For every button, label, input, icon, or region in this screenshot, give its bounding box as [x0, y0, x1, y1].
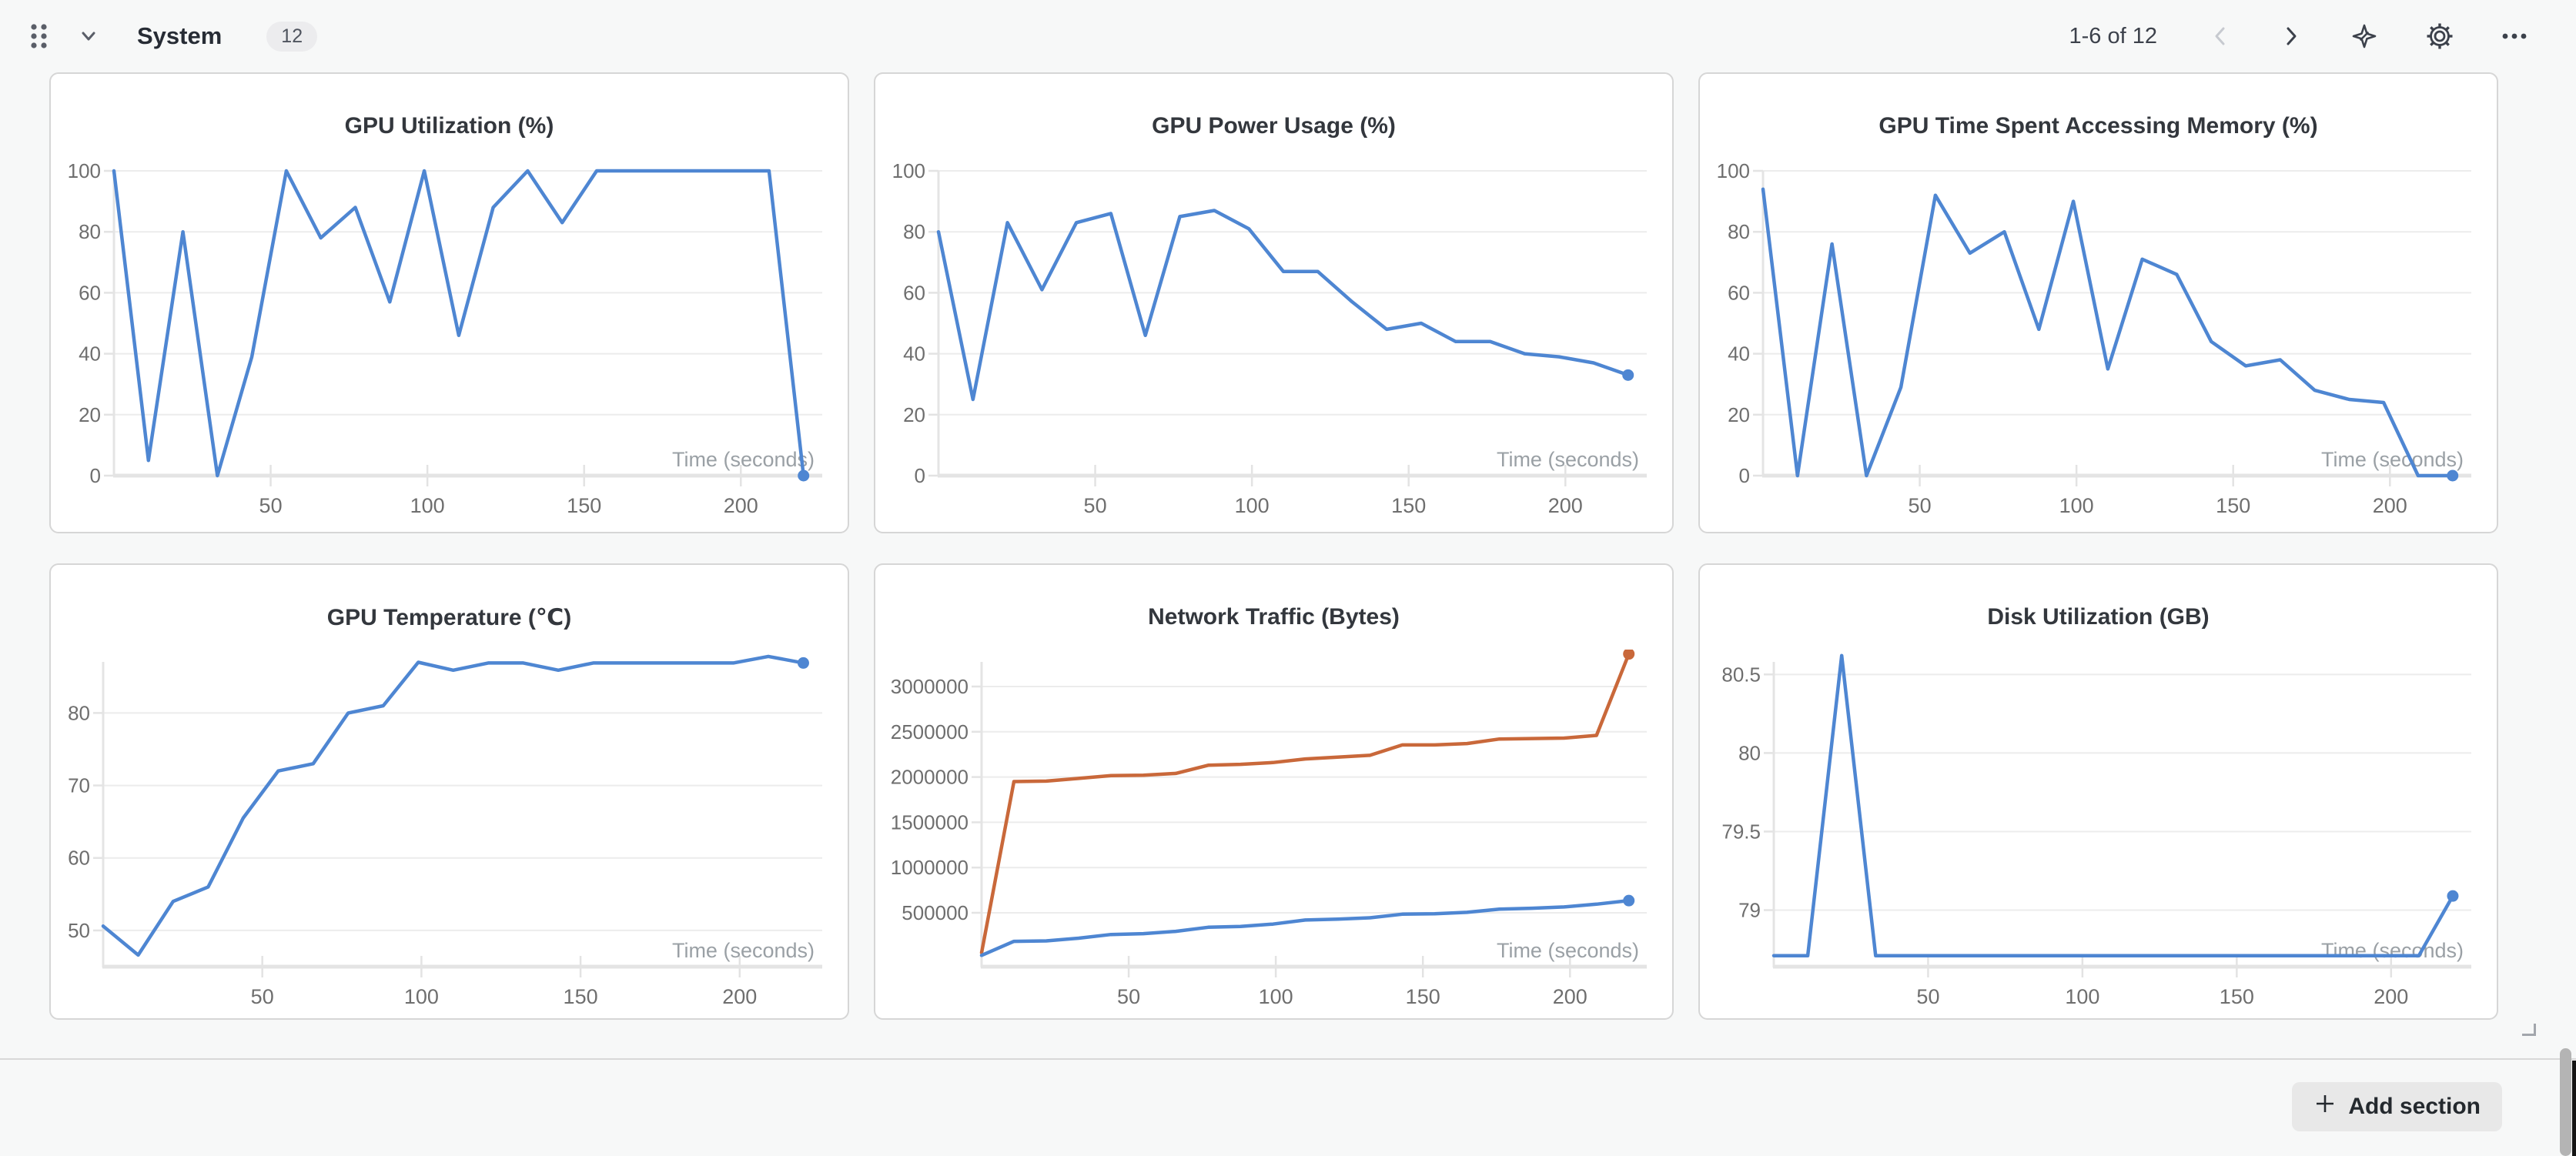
svg-text:40: 40: [1728, 342, 1750, 366]
svg-text:100: 100: [68, 159, 101, 182]
svg-text:150: 150: [564, 985, 598, 1008]
x-axis-label: Time (seconds): [672, 939, 815, 962]
svg-text:60: 60: [79, 281, 101, 304]
section-title: System: [137, 22, 222, 50]
chart-panel[interactable]: GPU Utilization (%) 0 20 40 60 80 100 50 100 150…: [49, 72, 849, 533]
panel-count-badge: 12: [266, 22, 317, 52]
svg-text:200: 200: [1548, 494, 1583, 517]
svg-text:0: 0: [915, 464, 925, 487]
svg-text:50: 50: [251, 985, 274, 1008]
svg-text:80.5: 80.5: [1721, 663, 1761, 686]
chart-plot[interactable]: 79 79.5 80 80.5 50 100 150 200 Time (seconds): [1700, 650, 2498, 1020]
add-section-label: Add section: [2348, 1094, 2481, 1120]
svg-text:40: 40: [79, 342, 101, 366]
chart-title: Network Traffic (Bytes): [875, 565, 1672, 650]
svg-text:40: 40: [903, 342, 925, 366]
x-axis-label: Time (seconds): [672, 448, 815, 471]
gear-icon[interactable]: [2422, 18, 2457, 54]
next-page-button[interactable]: [2276, 21, 2307, 52]
vertical-scrollbar[interactable]: [2560, 1048, 2571, 1156]
svg-text:50: 50: [1909, 494, 1932, 517]
svg-text:150: 150: [2216, 494, 2250, 517]
chart-title: GPU Time Spent Accessing Memory (%): [1700, 74, 2497, 159]
chart-panel[interactable]: GPU Temperature (℃) 50 60 70 80 50 100 150 200 T…: [49, 563, 849, 1020]
chart-title: GPU Power Usage (%): [875, 74, 1672, 159]
svg-text:50: 50: [1117, 985, 1140, 1008]
svg-text:80: 80: [1738, 741, 1761, 764]
chart-plot[interactable]: 0 20 40 60 80 100 50 100 150 200 Time (seconds): [51, 159, 849, 533]
chart-plot[interactable]: 0 20 40 60 80 100 50 100 150 200 Time (seconds): [1700, 159, 2498, 533]
x-axis-label: Time (seconds): [2321, 448, 2464, 471]
svg-text:20: 20: [903, 403, 925, 426]
svg-text:60: 60: [68, 847, 90, 870]
add-section-button[interactable]: Add section: [2292, 1082, 2502, 1131]
prev-page-button[interactable]: [2205, 21, 2236, 52]
svg-text:60: 60: [1728, 281, 1750, 304]
window-edge: [2572, 1061, 2576, 1156]
pagination-label: 1-6 of 12: [2069, 24, 2157, 49]
svg-text:3000000: 3000000: [891, 675, 969, 698]
svg-text:0: 0: [90, 464, 101, 487]
svg-text:2500000: 2500000: [891, 720, 969, 743]
chart-panel[interactable]: GPU Power Usage (%) 0 20 40 60 80 100 50 100 150…: [874, 72, 1674, 533]
chart-plot[interactable]: 0 20 40 60 80 100 50 100 150 200 Time (seconds): [875, 159, 1674, 533]
svg-text:79: 79: [1738, 899, 1761, 922]
svg-text:100: 100: [410, 494, 445, 517]
svg-text:20: 20: [79, 403, 101, 426]
svg-text:150: 150: [1391, 494, 1426, 517]
chart-panel[interactable]: GPU Time Spent Accessing Memory (%) 0 20 4…: [1698, 72, 2498, 533]
chart-title: GPU Temperature (℃): [51, 565, 848, 650]
x-axis-label: Time (seconds): [1497, 939, 1639, 962]
svg-text:200: 200: [1553, 985, 1587, 1008]
svg-text:150: 150: [1406, 985, 1440, 1008]
chart-plot[interactable]: 50 60 70 80 50 100 150 200 Time (seconds): [51, 650, 849, 1020]
svg-text:100: 100: [1717, 159, 1750, 182]
svg-text:200: 200: [722, 985, 757, 1008]
svg-text:79.5: 79.5: [1721, 820, 1761, 843]
svg-text:1500000: 1500000: [891, 810, 969, 834]
svg-text:50: 50: [1084, 494, 1107, 517]
svg-text:200: 200: [724, 494, 758, 517]
x-axis-label: Time (seconds): [2321, 939, 2464, 962]
drag-handle-icon[interactable]: [29, 22, 49, 50]
svg-text:100: 100: [1259, 985, 1293, 1008]
chevron-down-icon[interactable]: [77, 25, 100, 48]
svg-text:20: 20: [1728, 403, 1750, 426]
svg-text:2000000: 2000000: [891, 766, 969, 789]
svg-text:100: 100: [404, 985, 439, 1008]
more-options-icon[interactable]: [2497, 19, 2531, 53]
section-header: System 12 1-6 of 12: [0, 0, 2576, 72]
sparkle-icon[interactable]: [2347, 18, 2382, 54]
svg-text:200: 200: [2374, 985, 2408, 1008]
svg-text:100: 100: [2065, 985, 2099, 1008]
svg-text:100: 100: [2059, 494, 2094, 517]
svg-text:80: 80: [903, 220, 925, 243]
svg-text:80: 80: [68, 701, 90, 724]
chart-title: Disk Utilization (GB): [1700, 565, 2497, 650]
svg-text:80: 80: [79, 220, 101, 243]
svg-text:150: 150: [567, 494, 601, 517]
svg-text:100: 100: [1235, 494, 1270, 517]
chart-panel[interactable]: Network Traffic (Bytes) 500000 1000000 150…: [874, 563, 1674, 1020]
svg-text:100: 100: [892, 159, 925, 182]
panel-grid: GPU Utilization (%) 0 20 40 60 80 100 50 100 150…: [49, 72, 2498, 1020]
x-axis-label: Time (seconds): [1497, 448, 1639, 471]
svg-text:50: 50: [1916, 985, 1939, 1008]
svg-text:60: 60: [903, 281, 925, 304]
svg-text:70: 70: [68, 774, 90, 797]
chart-title: GPU Utilization (%): [51, 74, 848, 159]
chart-plot[interactable]: 500000 1000000 1500000 2000000 2500000 300000…: [875, 650, 1674, 1020]
svg-text:1000000: 1000000: [891, 856, 969, 879]
resize-corner-icon[interactable]: [2522, 1024, 2536, 1036]
svg-text:200: 200: [2373, 494, 2407, 517]
svg-text:150: 150: [2220, 985, 2254, 1008]
svg-text:50: 50: [259, 494, 283, 517]
svg-text:80: 80: [1728, 220, 1750, 243]
svg-text:50: 50: [68, 919, 90, 942]
svg-text:0: 0: [1739, 464, 1750, 487]
chart-panel[interactable]: Disk Utilization (GB) 79 79.5 80 80.5 50 100 1…: [1698, 563, 2498, 1020]
svg-text:500000: 500000: [902, 901, 969, 924]
plus-icon: [2313, 1092, 2337, 1121]
section-divider: [0, 1058, 2576, 1060]
